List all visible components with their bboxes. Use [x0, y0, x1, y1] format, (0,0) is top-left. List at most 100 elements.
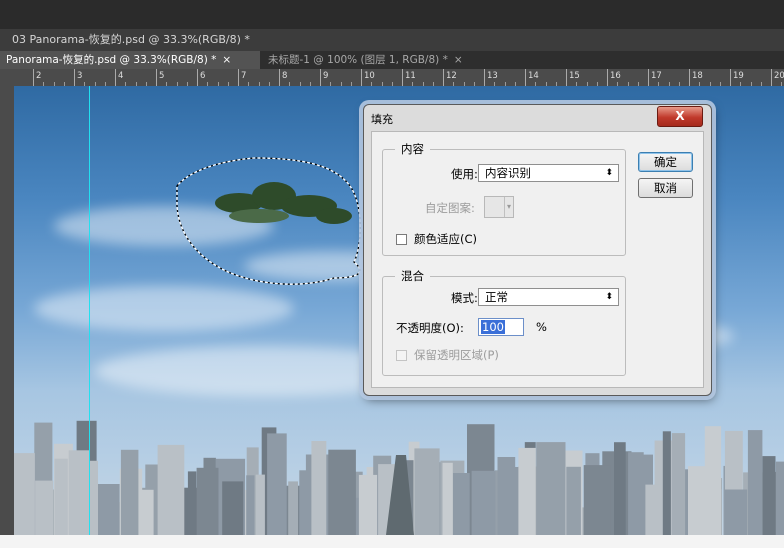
- use-label: 使用:: [451, 167, 478, 181]
- building: [536, 442, 566, 535]
- building: [724, 489, 748, 535]
- building: [645, 484, 662, 535]
- building: [328, 449, 356, 535]
- ruler-label: 6: [200, 71, 206, 81]
- color-adapt-label: 颜色适应(C): [414, 232, 478, 246]
- ruler-label: 7: [241, 71, 247, 81]
- ruler-label: 17: [651, 71, 662, 81]
- document-tab-bar: Panorama-恢复的.psd @ 33.3%(RGB/8) * × 未标题-1…: [0, 51, 784, 69]
- ruler-label: 12: [446, 71, 457, 81]
- building: [54, 458, 68, 535]
- ruler-tick: [74, 69, 75, 86]
- building: [246, 475, 255, 535]
- building: [98, 484, 120, 535]
- select-arrow-icon: ⬍: [605, 168, 613, 178]
- ruler-tick: [484, 69, 485, 86]
- tab-label: Panorama-恢复的.psd @ 33.3%(RGB/8) *: [6, 54, 217, 66]
- use-select[interactable]: 内容识别 ⬍: [478, 164, 619, 182]
- tree-patch: [215, 182, 352, 224]
- ruler-tick: [279, 69, 280, 86]
- ok-button[interactable]: 确定: [638, 152, 693, 172]
- horizontal-ruler[interactable]: 23456789101112131415161718192021: [0, 69, 784, 86]
- ruler-tick: [689, 69, 690, 86]
- building: [518, 447, 536, 535]
- building: [120, 449, 139, 535]
- opacity-label: 不透明度(O):: [396, 321, 464, 335]
- use-select-value: 内容识别: [485, 166, 531, 180]
- preserve-transparency-checkbox[interactable]: [396, 350, 407, 361]
- ruler-tick: [566, 69, 567, 86]
- building: [14, 453, 35, 535]
- fill-dialog: 填充 X 内容 使用: 内容识别 ⬍ 自定图案: ▾ 颜色适应(C) 混合 模式…: [363, 104, 712, 396]
- building: [471, 470, 496, 535]
- building: [157, 444, 185, 535]
- ruler-tick: [238, 69, 239, 86]
- ruler-label: 14: [528, 71, 539, 81]
- cancel-button[interactable]: 取消: [638, 178, 693, 198]
- ruler-label: 19: [733, 71, 744, 81]
- tab-close-icon[interactable]: ×: [222, 54, 231, 66]
- ruler-tick: [771, 69, 772, 86]
- building: [762, 456, 776, 535]
- dialog-body: 内容 使用: 内容识别 ⬍ 自定图案: ▾ 颜色适应(C) 混合 模式: 正常 …: [371, 131, 704, 388]
- ruler-label: 9: [323, 71, 329, 81]
- building: [68, 450, 90, 535]
- ruler-label: 20: [774, 71, 784, 81]
- mode-select-value: 正常: [485, 290, 508, 304]
- ruler-label: 3: [77, 71, 83, 81]
- ruler-tick: [443, 69, 444, 86]
- building: [90, 460, 98, 535]
- opacity-input[interactable]: 100: [478, 318, 524, 336]
- ruler-tick: [402, 69, 403, 86]
- opacity-unit: %: [536, 320, 547, 334]
- ruler-label: 16: [610, 71, 621, 81]
- ruler-label: 2: [36, 71, 42, 81]
- ruler-label: 5: [159, 71, 165, 81]
- color-adapt-checkbox[interactable]: [396, 234, 407, 245]
- dialog-title: 填充: [371, 113, 393, 126]
- ruler-tick: [607, 69, 608, 86]
- vertical-guide[interactable]: [89, 86, 90, 535]
- status-bar: [0, 535, 784, 548]
- building: [566, 466, 581, 535]
- menu-bar: [0, 0, 784, 29]
- ruler-tick: [197, 69, 198, 86]
- building: [414, 448, 440, 535]
- building: [775, 461, 784, 535]
- preserve-transparency-label: 保留透明区域(P): [414, 348, 499, 362]
- building: [747, 430, 763, 535]
- building: [196, 467, 219, 535]
- ruler-tick: [33, 69, 34, 86]
- building: [141, 489, 154, 535]
- building: [662, 431, 671, 535]
- pattern-picker[interactable]: ▾: [484, 196, 514, 218]
- mode-label: 模式:: [451, 291, 478, 305]
- tab-panorama[interactable]: Panorama-恢复的.psd @ 33.3%(RGB/8) * ×: [0, 51, 260, 69]
- tab-close-icon[interactable]: ×: [454, 54, 463, 66]
- building: [688, 466, 710, 535]
- building: [299, 470, 310, 535]
- tab-label: 未标题-1 @ 100% (图层 1, RGB/8) *: [268, 54, 448, 66]
- tab-untitled[interactable]: 未标题-1 @ 100% (图层 1, RGB/8) * ×: [262, 51, 482, 69]
- building: [442, 462, 453, 535]
- pattern-label: 自定图案:: [425, 201, 475, 215]
- city-skyline: [14, 420, 784, 535]
- ruler-label: 4: [118, 71, 124, 81]
- mode-select[interactable]: 正常 ⬍: [478, 288, 619, 306]
- building: [255, 474, 265, 535]
- ruler-label: 18: [692, 71, 703, 81]
- close-button[interactable]: X: [657, 106, 703, 127]
- building: [453, 473, 470, 535]
- vertical-ruler[interactable]: [0, 86, 14, 535]
- select-arrow-icon: ⬍: [605, 292, 613, 302]
- contents-legend: 内容: [401, 142, 424, 156]
- ruler-tick: [361, 69, 362, 86]
- ruler-label: 13: [487, 71, 498, 81]
- photoshop-window: 03 Panorama-恢复的.psd @ 33.3%(RGB/8) * Pan…: [0, 0, 784, 548]
- ruler-tick: [115, 69, 116, 86]
- ruler-tick: [730, 69, 731, 86]
- ruler-label: 10: [364, 71, 375, 81]
- ruler-tick: [648, 69, 649, 86]
- ruler-label: 8: [282, 71, 288, 81]
- opacity-value: 100: [481, 320, 505, 334]
